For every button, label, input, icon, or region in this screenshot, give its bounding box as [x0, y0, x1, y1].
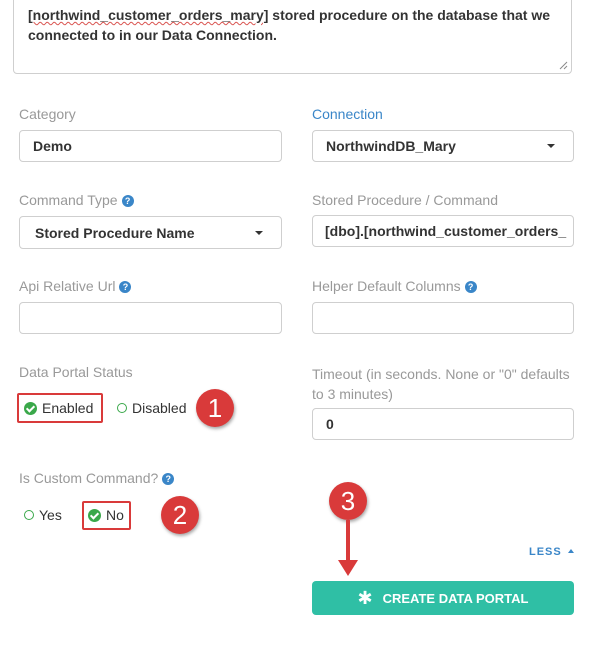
command-type-value: Stored Procedure Name: [35, 224, 195, 241]
helper-default-columns-label: Helper Default Columns?: [312, 278, 477, 294]
help-icon[interactable]: ?: [121, 195, 134, 207]
connection-label: Connection: [312, 106, 383, 122]
data-portal-status-label: Data Portal Status: [19, 364, 133, 380]
status-disabled-radio[interactable]: Disabled: [117, 400, 186, 416]
connection-value: NorthwindDB_Mary: [326, 138, 456, 154]
chevron-up-icon: [567, 549, 574, 553]
less-label: LESS: [529, 546, 562, 558]
help-icon[interactable]: ?: [464, 281, 477, 293]
timeout-value: 0: [326, 416, 334, 432]
description-textarea[interactable]: [northwind_customer_orders_mary] stored …: [13, 0, 572, 74]
annotation-badge-3: 3: [329, 482, 367, 520]
create-button-label: CREATE DATA PORTAL: [382, 590, 529, 606]
annotation-badge-1: 1: [196, 389, 234, 427]
description-line1: stored procedure on the database that we: [272, 7, 551, 23]
category-label: Category: [19, 106, 76, 122]
stored-procedure-input[interactable]: [dbo].[northwind_customer_orders_: [312, 215, 574, 247]
status-enabled-label: Enabled: [42, 400, 94, 416]
helper-default-columns-input[interactable]: [312, 302, 574, 334]
annotation-badge-2: 2: [161, 496, 199, 534]
resize-grip-icon[interactable]: [558, 60, 568, 70]
chevron-down-icon: [547, 144, 555, 148]
timeout-input[interactable]: 0: [312, 408, 574, 440]
helper-default-columns-label-text: Helper Default Columns: [312, 278, 461, 294]
help-icon[interactable]: ?: [119, 281, 132, 293]
radio-empty-icon: [24, 510, 34, 520]
status-enabled-radio[interactable]: Enabled: [24, 400, 93, 416]
status-disabled-label: Disabled: [132, 400, 187, 416]
custom-yes-radio[interactable]: Yes: [24, 507, 62, 523]
asterisk-icon: ✱: [357, 587, 373, 608]
category-value: Demo: [33, 138, 72, 154]
command-type-label-text: Command Type: [19, 192, 118, 208]
is-custom-command-label-text: Is Custom Command?: [19, 470, 159, 486]
procedure-name-text: [northwind_customer_orders_mary]: [28, 7, 269, 23]
custom-no-label: No: [106, 507, 124, 523]
timeout-label: Timeout (in seconds. None or "0" default…: [312, 364, 570, 404]
timeout-label-line2: to 3 minutes): [312, 386, 393, 402]
command-type-label: Command Type?: [19, 192, 134, 208]
check-circle-icon: [24, 401, 37, 415]
api-relative-url-label-text: Api Relative Url: [19, 278, 116, 294]
arrow-down-icon: [338, 520, 358, 576]
custom-no-radio[interactable]: No: [88, 507, 124, 523]
category-input[interactable]: Demo: [19, 130, 282, 162]
create-data-portal-button[interactable]: ✱ CREATE DATA PORTAL: [312, 581, 574, 615]
description-line2: connected to in our Data Connection.: [28, 27, 277, 43]
timeout-label-line1: Timeout (in seconds. None or "0" default…: [312, 366, 570, 382]
is-custom-command-label: Is Custom Command??: [19, 470, 175, 486]
api-relative-url-label: Api Relative Url?: [19, 278, 132, 294]
less-toggle[interactable]: LESS: [529, 546, 574, 558]
help-icon[interactable]: ?: [162, 473, 175, 485]
connection-select[interactable]: NorthwindDB_Mary: [312, 130, 574, 162]
radio-empty-icon: [117, 403, 127, 413]
custom-yes-label: Yes: [39, 507, 62, 523]
chevron-down-icon: [255, 230, 263, 235]
stored-procedure-value: [dbo].[northwind_customer_orders_: [325, 223, 567, 239]
api-relative-url-input[interactable]: [19, 302, 282, 334]
stored-procedure-label: Stored Procedure / Command: [312, 192, 498, 208]
check-circle-icon: [88, 508, 101, 522]
command-type-select[interactable]: Stored Procedure Name: [19, 216, 282, 249]
